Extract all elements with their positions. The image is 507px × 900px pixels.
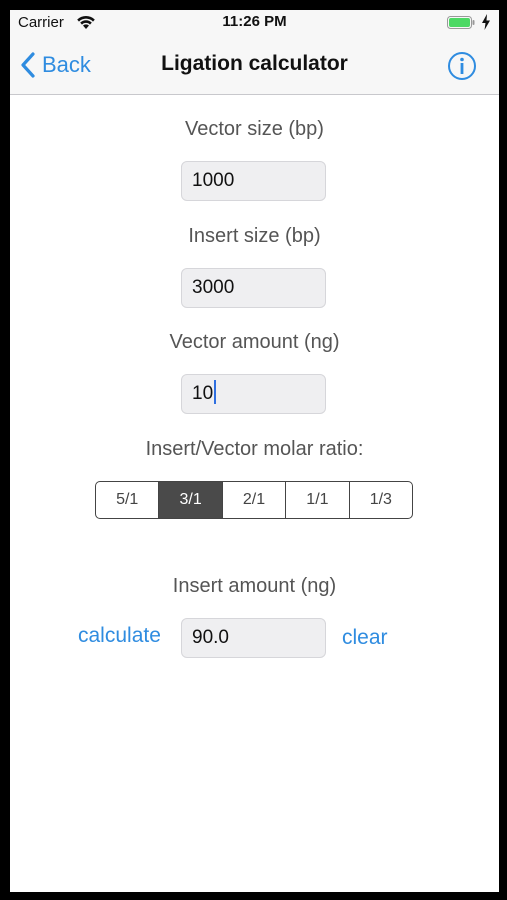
ratio-segment-2-1[interactable]: 2/1 (223, 482, 287, 518)
navigation-bar: Back Ligation calculator (10, 36, 499, 95)
vector-amount-field[interactable]: 10 (181, 374, 326, 414)
vector-amount-label: Vector amount (ng) (169, 331, 340, 353)
insert-amount-label: Insert amount (ng) (172, 575, 337, 597)
status-time: 11:26 PM (222, 13, 287, 30)
insert-size-field[interactable]: 3000 (181, 268, 326, 308)
battery-icon (447, 16, 475, 29)
text-cursor (214, 380, 217, 405)
page-title: Ligation calculator (161, 52, 348, 75)
ratio-segment-1-3[interactable]: 1/3 (350, 482, 412, 518)
calculate-button[interactable]: calculate (78, 624, 161, 648)
ratio-segment-3-1[interactable]: 3/1 (159, 482, 223, 518)
ratio-label: Insert/Vector molar ratio: (145, 438, 364, 460)
ratio-segment-1-1[interactable]: 1/1 (286, 482, 350, 518)
insert-amount-field[interactable]: 90.0 (181, 618, 326, 658)
charging-bolt-icon (482, 14, 490, 30)
ratio-segment-5-1[interactable]: 5/1 (96, 482, 160, 518)
vector-size-label: Vector size (bp) (185, 118, 324, 140)
clear-button[interactable]: clear (342, 626, 388, 650)
status-bar: Carrier 11:26 PM (10, 10, 499, 36)
ratio-segmented-control: 5/1 3/1 2/1 1/1 1/3 (95, 481, 413, 519)
vector-amount-value: 10 (192, 383, 214, 404)
vector-size-field[interactable]: 1000 (181, 161, 326, 201)
app-screen: Carrier 11:26 PM Back Ligation calculato… (10, 10, 499, 892)
info-icon[interactable] (447, 51, 477, 81)
insert-size-label: Insert size (bp) (188, 225, 321, 247)
